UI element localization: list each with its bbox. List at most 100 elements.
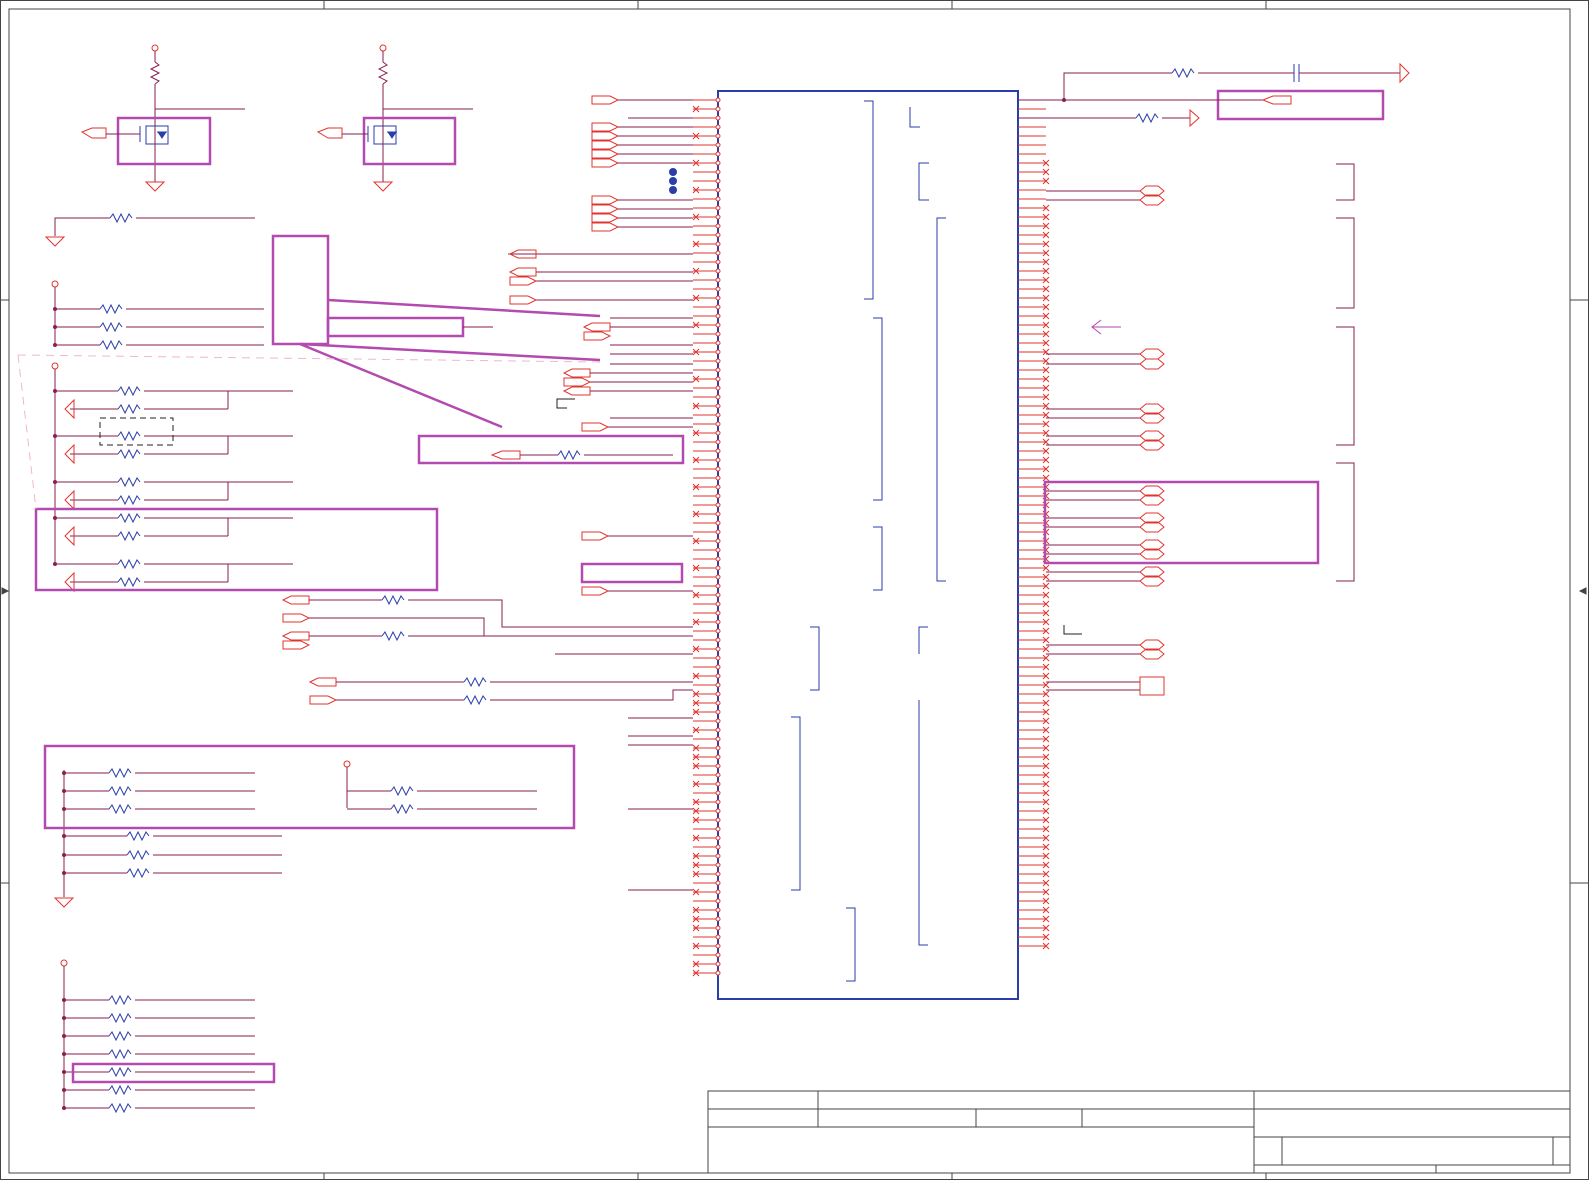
net-port-icon — [1139, 358, 1165, 370]
pin-group-bracket — [873, 317, 883, 501]
power-icon — [343, 760, 351, 768]
callout-line — [327, 298, 601, 318]
resistor-icon — [108, 1048, 132, 1060]
ic-pin-end — [715, 394, 721, 400]
ic-pin-end — [715, 889, 721, 895]
ic-pin-end — [715, 448, 721, 454]
ic-pin-end — [715, 349, 721, 355]
net-port-icon — [282, 640, 311, 650]
net-port-icon — [581, 531, 610, 541]
ic-pin-end — [715, 205, 721, 211]
ic-pin-group-brackets — [791, 100, 946, 982]
ic-pin-end — [715, 898, 721, 904]
highlight-box — [1043, 480, 1320, 565]
ic-pin-end — [715, 565, 721, 571]
net-port-icon — [591, 149, 620, 159]
net-port-icon — [581, 586, 610, 596]
ic-pin-end — [715, 736, 721, 742]
resistor-icon — [108, 767, 132, 779]
ic-pin-end — [715, 151, 721, 157]
resistor-icon — [108, 1084, 132, 1096]
net-port-icon — [591, 140, 620, 150]
ic-left-pins — [692, 97, 721, 977]
ic-pin-end — [715, 934, 721, 940]
ic-pin-end — [715, 196, 721, 202]
net-port-icon — [282, 613, 311, 623]
ic-pin-end — [715, 628, 721, 634]
resistor-icon — [108, 785, 132, 797]
wire — [1063, 72, 1172, 100]
ic-pin-end — [715, 664, 721, 670]
ic-pin-end — [715, 412, 721, 418]
net-port-icon — [583, 331, 612, 341]
ic-pin-end — [715, 331, 721, 337]
resistor-icon — [126, 830, 150, 842]
group-bracket — [1336, 163, 1355, 201]
junction-dot — [669, 177, 677, 185]
ic-pin-end — [715, 943, 721, 949]
ic-pin-end — [715, 142, 721, 148]
net-port-icon — [309, 695, 338, 705]
net-port-icon — [591, 195, 620, 205]
ic-pin-end — [715, 745, 721, 751]
resistor-icon — [117, 494, 141, 506]
pin-group-bracket — [918, 626, 928, 654]
ic-pin-end — [715, 313, 721, 319]
highlight-box — [71, 1062, 276, 1084]
ic-pin-end — [715, 754, 721, 760]
net-port-icon — [591, 95, 620, 105]
mosfet-circuit-right — [316, 44, 473, 192]
top-right-rc-circuit — [1018, 62, 1410, 128]
ic-pin-end — [715, 133, 721, 139]
highlight-box — [1216, 89, 1385, 121]
ic-pin-end — [715, 484, 721, 490]
right-differential-ports — [1046, 185, 1165, 696]
resistor-icon — [117, 430, 141, 442]
ic-pin-end — [715, 781, 721, 787]
ground-icon — [1189, 108, 1200, 128]
resistor-icon — [99, 321, 123, 333]
net-port-icon — [508, 267, 537, 277]
resistor-icon — [108, 803, 132, 815]
ic-pin-end — [715, 772, 721, 778]
ic-pin-end — [715, 259, 721, 265]
resistor-icon — [117, 576, 141, 588]
ic-pin-end — [715, 907, 721, 913]
resistor-icon — [117, 476, 141, 488]
wire — [490, 689, 693, 701]
resistor-icon — [557, 449, 581, 461]
wire — [408, 599, 693, 628]
ic-pin-end — [715, 304, 721, 310]
resistor-icon — [377, 61, 389, 85]
ic-pin-end — [715, 916, 721, 922]
ground-icon — [44, 236, 66, 247]
ic-pin-end — [715, 727, 721, 733]
ic-pin-end — [715, 790, 721, 796]
resistor-icon — [108, 994, 132, 1006]
small-bracket — [1063, 625, 1082, 635]
ic-pin-end — [715, 952, 721, 958]
wire — [309, 617, 485, 636]
highlight-box — [34, 507, 439, 592]
resistor-icon — [463, 694, 487, 706]
ic-pin-end — [715, 124, 721, 130]
net-port-icon — [1139, 676, 1165, 696]
ic-pin-end — [715, 700, 721, 706]
ic-pin-end — [715, 583, 721, 589]
ground-icon — [53, 897, 75, 908]
title-block — [707, 1090, 1571, 1174]
bank-rails — [51, 280, 351, 1108]
ic-pin-end — [715, 529, 721, 535]
net-port-icon — [562, 386, 591, 396]
highlight-box — [362, 116, 457, 166]
ic-pin-end — [715, 97, 721, 103]
callout-line — [299, 342, 601, 362]
ic-pin-end — [715, 430, 721, 436]
left-net-ports — [508, 95, 693, 596]
ic-pin-end — [715, 295, 721, 301]
junction-dot — [669, 168, 677, 176]
net-port-icon — [1139, 348, 1165, 360]
net-port-icon — [591, 222, 620, 232]
ic-pin-end — [715, 106, 721, 112]
power-icon — [151, 44, 159, 52]
